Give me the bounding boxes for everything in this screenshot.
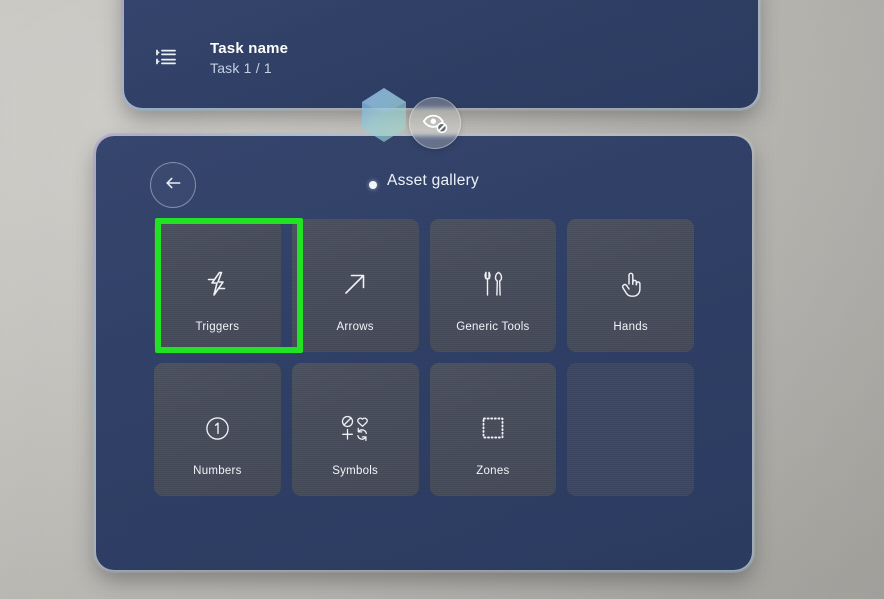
asset-tile-label: Hands [613, 321, 648, 333]
dashed-square-icon [430, 413, 557, 443]
eye-off-icon[interactable] [409, 97, 461, 149]
pointing-hand-icon [567, 269, 694, 299]
asset-tile-arrows[interactable]: Arrows [291, 219, 419, 352]
cursor-dot [369, 180, 377, 189]
asset-tile-label: Symbols [332, 465, 379, 477]
gallery-header: Asset gallery [96, 136, 752, 218]
asset-tile-label: Triggers [195, 321, 240, 333]
gallery-title-group: Asset gallery [96, 172, 752, 190]
asset-tile-symbols[interactable]: Symbols [291, 363, 419, 496]
symbols-grid-icon [292, 413, 419, 443]
page-title: Asset gallery [387, 172, 479, 189]
tools-icon [430, 269, 557, 299]
task-title: Task name [210, 40, 289, 57]
asset-tile-label: Generic Tools [456, 321, 530, 333]
asset-tile-hands[interactable]: Hands [567, 219, 694, 352]
task-info-row[interactable]: Task name Task 1 / 1 [154, 40, 288, 76]
asset-tile-label: Zones [476, 465, 510, 477]
asset-category-grid: Triggers Arrows Generic Tools Hands Numb… [154, 219, 694, 496]
asset-tile-placeholder [567, 363, 694, 496]
asset-tile-numbers[interactable]: Numbers [154, 363, 281, 496]
arrow-up-right-icon [292, 269, 419, 299]
asset-tile-zones[interactable]: Zones [429, 363, 557, 496]
asset-tile-triggers[interactable]: Triggers [154, 219, 281, 352]
asset-tile-generic-tools[interactable]: Generic Tools [429, 219, 557, 352]
task-panel: Task name Task 1 / 1 [124, 0, 758, 108]
circled-one-icon [154, 413, 281, 443]
lightning-bolt-icon [154, 269, 281, 299]
task-list-icon [154, 46, 178, 70]
asset-gallery-panel: Asset gallery Triggers Arrows Generic To… [96, 136, 752, 570]
asset-tile-label: Numbers [193, 465, 242, 477]
ar-scene: Task name Task 1 / 1 Asset gallery Trigg… [0, 0, 884, 599]
task-progress: Task 1 / 1 [210, 60, 272, 76]
asset-tile-label: Arrows [336, 321, 374, 333]
